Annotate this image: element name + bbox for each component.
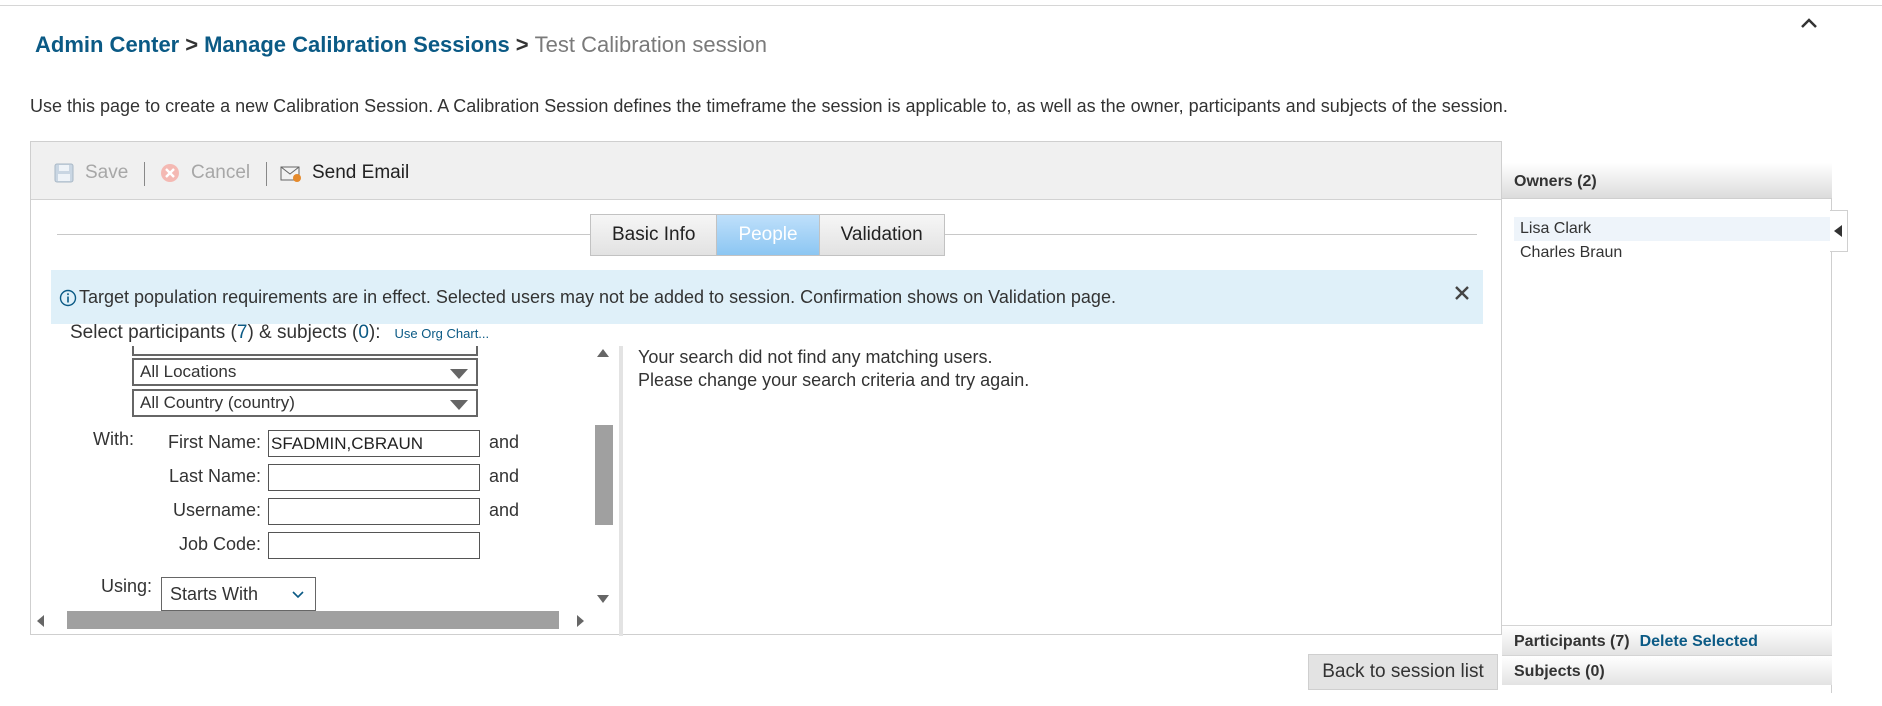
breadcrumb-separator: >	[515, 32, 529, 57]
cancel-label: Cancel	[191, 162, 251, 183]
username-input[interactable]	[268, 498, 480, 525]
scroll-up-icon[interactable]	[597, 349, 609, 357]
and-label: and	[489, 432, 520, 452]
scroll-right-icon[interactable]	[577, 615, 584, 627]
location-value: All Locations	[140, 362, 237, 381]
first-name-input[interactable]: SFADMIN,CBRAUN	[268, 430, 480, 457]
save-label: Save	[85, 162, 129, 183]
info-banner: Target population requirements are in ef…	[51, 270, 1483, 324]
delete-selected-link[interactable]: Delete Selected	[1640, 633, 1758, 650]
dropdown-arrow-icon	[450, 369, 468, 379]
no-results-hint: Please change your search criteria and t…	[638, 370, 1030, 390]
page-description: Use this page to create a new Calibratio…	[30, 96, 1508, 116]
select-suffix: ):	[368, 322, 381, 343]
subjects-label: Subjects (0)	[1514, 663, 1605, 680]
email-icon	[280, 166, 301, 182]
subjects-count: 0	[358, 322, 369, 343]
country-value: All Country (country)	[140, 393, 295, 412]
tab-validation[interactable]: Validation	[819, 215, 944, 255]
toolbar: Save Cancel Send Email	[31, 142, 1501, 200]
close-icon[interactable]	[1451, 282, 1473, 304]
scroll-down-icon[interactable]	[597, 595, 609, 603]
participants-label: Participants (7)	[1514, 633, 1630, 650]
back-to-session-list-button[interactable]: Back to session list	[1308, 654, 1498, 690]
first-name-label: First Name:	[167, 432, 261, 452]
horizontal-scrollbar[interactable]	[37, 608, 617, 630]
search-criteria-pane: All Locations All Country (country) With…	[57, 346, 527, 630]
pane-divider[interactable]	[619, 346, 623, 636]
no-results-message: Your search did not find any matching us…	[638, 347, 993, 367]
scroll-thumb[interactable]	[595, 425, 613, 525]
cancel-button[interactable]: Cancel	[159, 160, 250, 186]
breadcrumb-manage-calibration-sessions[interactable]: Manage Calibration Sessions	[204, 32, 510, 57]
cancel-icon	[161, 164, 179, 182]
and-label: and	[489, 466, 520, 486]
dropdown-arrow-icon	[450, 400, 468, 410]
send-email-button[interactable]: Send Email	[280, 160, 409, 186]
and-label: and	[489, 500, 520, 520]
owner-item[interactable]: Charles Braun	[1514, 241, 1832, 265]
partial-dropdown[interactable]	[132, 346, 478, 356]
tab-people[interactable]: People	[717, 215, 820, 255]
chevron-left-icon	[1834, 225, 1842, 237]
location-dropdown[interactable]: All Locations	[132, 358, 478, 386]
using-label: Using:	[100, 576, 152, 596]
save-button[interactable]: Save	[53, 160, 128, 186]
participants-footer: Participants (7) Delete Selected	[1502, 625, 1832, 655]
participants-count: 7	[236, 322, 248, 343]
select-participants-heading: Select participants (7) & subjects (0): U…	[70, 322, 489, 344]
last-name-label: Last Name:	[168, 466, 261, 486]
breadcrumb-current: Test Calibration session	[534, 32, 767, 57]
scroll-left-icon[interactable]	[37, 615, 44, 627]
country-dropdown[interactable]: All Country (country)	[132, 389, 478, 417]
info-text: Target population requirements are in ef…	[79, 287, 1116, 307]
breadcrumb-separator: >	[185, 32, 199, 57]
scroll-thumb[interactable]	[67, 611, 559, 629]
toolbar-divider	[144, 162, 145, 186]
session-members-panel: Owners (2) Lisa Clark Charles Braun Part…	[1502, 163, 1832, 693]
select-prefix: Select participants (	[70, 322, 237, 343]
subjects-footer[interactable]: Subjects (0)	[1502, 655, 1832, 685]
owner-item[interactable]: Lisa Clark	[1514, 217, 1832, 241]
breadcrumb: Admin Center > Manage Calibration Sessions…	[35, 32, 767, 58]
use-org-chart-link[interactable]: Use Org Chart...	[395, 326, 490, 341]
save-icon	[54, 163, 74, 183]
toolbar-divider	[266, 162, 267, 186]
search-results: Your search did not find any matching us…	[638, 346, 1029, 392]
username-label: Username:	[172, 500, 261, 520]
chevron-down-icon	[292, 591, 304, 599]
send-email-label: Send Email	[312, 162, 410, 183]
top-border	[0, 0, 1882, 6]
last-name-input[interactable]	[268, 464, 480, 491]
info-message: Target population requirements are in ef…	[59, 287, 1116, 308]
match-mode-select[interactable]: Starts With	[161, 577, 316, 611]
owners-header: Owners (2)	[1502, 163, 1832, 199]
job-code-label: Job Code:	[178, 534, 261, 554]
match-mode-value: Starts With	[170, 584, 259, 604]
vertical-scrollbar[interactable]	[593, 349, 613, 603]
tab-basic-info[interactable]: Basic Info	[591, 215, 718, 255]
chevron-up-icon[interactable]	[1797, 12, 1821, 34]
job-code-input[interactable]	[268, 532, 480, 559]
session-panel: Save Cancel Send Email Basic Info People…	[30, 141, 1502, 636]
info-icon	[59, 289, 77, 306]
select-middle: ) & subjects (	[247, 322, 359, 343]
collapse-side-panel-button[interactable]	[1830, 210, 1848, 252]
tab-bar: Basic Info People Validation	[590, 214, 945, 256]
breadcrumb-admin-center[interactable]: Admin Center	[35, 32, 179, 57]
